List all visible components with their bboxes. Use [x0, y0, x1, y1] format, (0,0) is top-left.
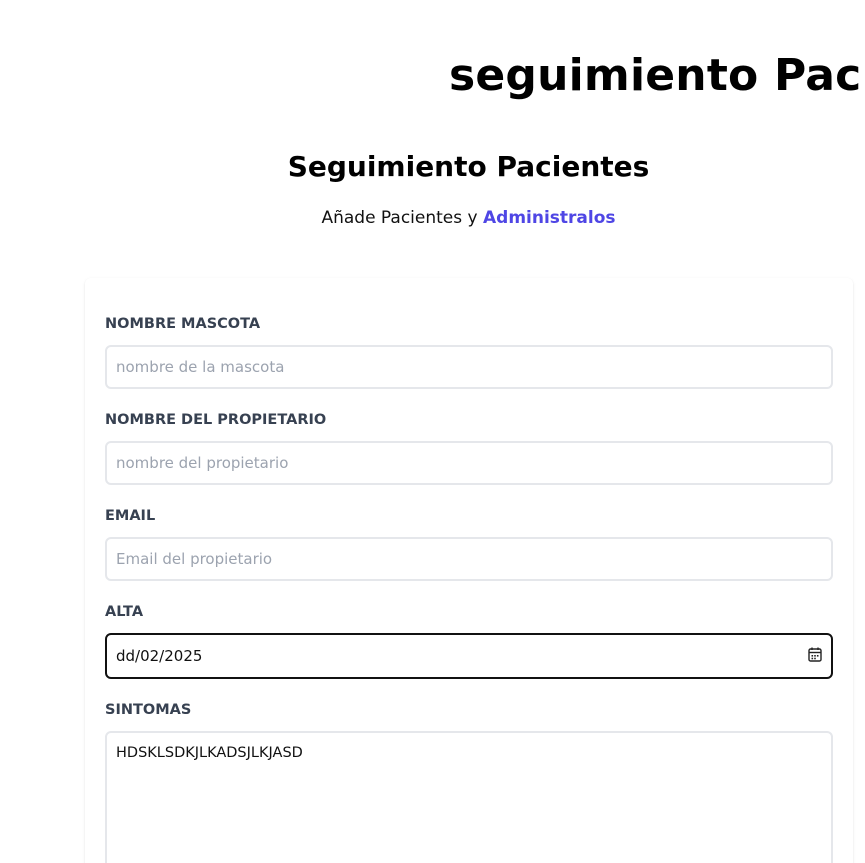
form-subtitle: Añade Pacientes y Administralos — [0, 208, 865, 228]
form-title: Seguimiento Pacientes — [287, 150, 650, 183]
calendar-icon[interactable] — [808, 647, 822, 662]
email-input[interactable] — [105, 537, 833, 581]
subtitle-accent: Administralos — [483, 208, 616, 228]
sintomas-textarea[interactable]: HDSKLSDKJLKADSJLKJASD — [105, 731, 833, 863]
alta-label: ALTA — [105, 604, 144, 620]
alta-date-input[interactable]: dd/02/2025 — [105, 633, 833, 679]
email-label: EMAIL — [105, 508, 156, 524]
page: seguimiento Pacientes Seguimiento Pacien… — [0, 0, 865, 863]
propietario-label: NOMBRE DEL PROPIETARIO — [105, 412, 327, 428]
propietario-input[interactable] — [105, 441, 833, 485]
mascota-input[interactable] — [105, 345, 833, 389]
sintomas-label: SINTOMAS — [105, 702, 192, 718]
app-title: seguimiento Pacientes — [449, 50, 865, 101]
alta-date-value: dd/02/2025 — [116, 647, 203, 665]
mascota-label: NOMBRE MASCOTA — [105, 316, 261, 332]
subtitle-prefix: Añade Pacientes y — [321, 208, 483, 228]
